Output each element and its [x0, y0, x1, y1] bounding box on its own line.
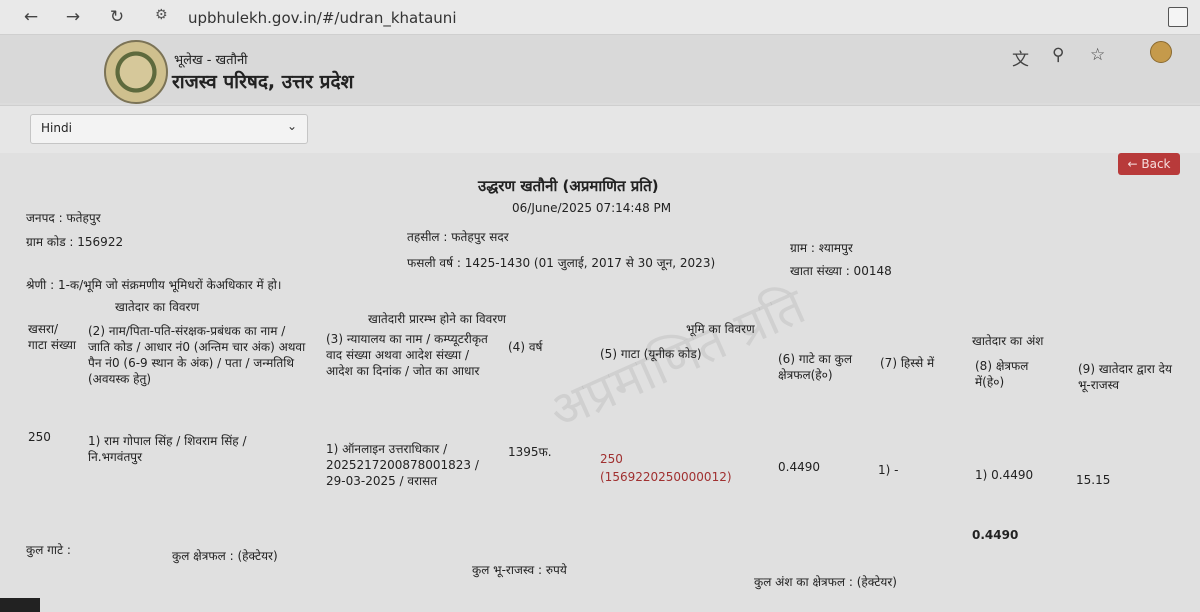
address-bar[interactable]: upbhulekh.gov.in/#/udran_khatauni	[188, 9, 456, 27]
kul-gate: कुल गाटे :	[26, 543, 71, 557]
row-kshetrafal: 1) 0.4490	[975, 468, 1034, 482]
column-header-khasra: खसरा/ गाटा संख्या	[28, 322, 77, 352]
language-selected-value: Hindi	[41, 121, 72, 135]
reload-icon[interactable]: ↻	[106, 6, 128, 28]
janpad: जनपद : फतेहपुर	[26, 211, 101, 225]
taskbar-edge	[0, 598, 40, 612]
bookmark-star-icon[interactable]: ☆	[1090, 45, 1105, 65]
column-header-bhu-rajasv: (9) खातेदार द्वारा देय भू-राजस्व	[1078, 362, 1172, 392]
kul-bhu-rajasv: कुल भू-राजस्व : रुपये	[472, 563, 567, 577]
row-nyayalay: 1) ऑनलाइन उत्तराधिकार / 2025217200878001…	[326, 442, 479, 488]
back-button[interactable]: ← Back	[1118, 153, 1180, 175]
column-header-naam: (2) नाम/पिता-पति-संरक्षक-प्रबंधक का नाम …	[88, 324, 306, 386]
kul-ansh-kshetrafal: कुल अंश का क्षेत्रफल : (हेक्टेयर)	[754, 575, 897, 589]
forward-arrow-icon[interactable]: →	[62, 6, 84, 28]
column-header-kul-kshetrafal: (6) गाटे का कुल क्षेत्रफल(हे०)	[778, 352, 853, 382]
column-header-hisse-mein: (7) हिस्से में	[880, 356, 935, 370]
row-hisse: 1) -	[878, 463, 899, 477]
back-arrow-icon[interactable]: ←	[20, 6, 42, 28]
column-header-nyayalay: (3) न्यायालय का नाम / कम्प्यूटरीकृत वाद …	[326, 332, 488, 378]
fasli-varsh: फसली वर्ष : 1425-1430 (01 जुलाई, 2017 से…	[407, 256, 716, 270]
row-varsh: 1395फ.	[508, 445, 552, 459]
column-header-kshetrafal: (8) क्षेत्रफल में(हे०)	[975, 359, 1029, 389]
site-title: राजस्व परिषद, उत्तर प्रदेश	[172, 71, 354, 93]
row-naam: 1) राम गोपाल सिंह / शिवराम सिंह / नि.भगव…	[88, 434, 247, 464]
kul-kshetrafal: कुल क्षेत्रफल : (हेक्टेयर)	[172, 549, 278, 563]
group-khatedar: खातेदार का विवरण	[115, 300, 200, 314]
row-kul-kshetrafal: 0.4490	[778, 460, 820, 474]
language-bar: Hindi ⌄	[0, 105, 1200, 154]
browser-toolbar: ← → ↻ ⚙ upbhulekh.gov.in/#/udran_khataun…	[0, 0, 1200, 35]
gram-code: ग्राम कोड : 156922	[26, 235, 124, 249]
khata-sankhya: खाता संख्या : 00148	[790, 264, 892, 278]
extension-icon[interactable]	[1168, 7, 1188, 27]
up-emblem-logo	[104, 40, 168, 104]
site-info-icon[interactable]: ⚙	[155, 7, 168, 23]
group-ansh: खातेदार का अंश	[972, 334, 1044, 348]
gram-name: ग्राम : श्यामपुर	[790, 241, 853, 255]
row-gata-number: 250	[600, 452, 623, 466]
khatauni-document: ← Back अप्रमाणित प्रति उद्धरण खतौनी (अप्…	[0, 153, 1200, 612]
translate-icon[interactable]: 文	[1012, 45, 1029, 70]
shreni: श्रेणी : 1-क/भूमि जो संक्रमणीय भूमिधरों …	[26, 278, 282, 292]
language-select[interactable]: Hindi ⌄	[30, 114, 308, 144]
row-khasra: 250	[28, 430, 51, 444]
row-bhu-rajasv: 15.15	[1076, 473, 1111, 487]
total-area-value: 0.4490	[972, 528, 1019, 542]
site-header: भूलेख - खतौनी राजस्व परिषद, उत्तर प्रदेश…	[0, 35, 1200, 104]
group-prarambh: खातेदारी प्रारम्भ होने का विवरण	[368, 312, 506, 326]
zoom-icon[interactable]: ⚲	[1052, 45, 1064, 65]
document-title: उद्धरण खतौनी (अप्रमाणित प्रति)	[478, 177, 659, 195]
chevron-down-icon: ⌄	[286, 119, 297, 133]
document-timestamp: 06/June/2025 07:14:48 PM	[512, 201, 672, 215]
column-header-gata: (5) गाटा (यूनीक कोड)	[600, 347, 702, 361]
site-subtitle: भूलेख - खतौनी	[174, 53, 248, 68]
tehsil: तहसील : फतेहपुर सदर	[407, 230, 509, 244]
column-header-varsh: (4) वर्ष	[508, 340, 543, 354]
profile-avatar[interactable]	[1150, 41, 1172, 63]
group-bhumi: भूमि का विवरण	[686, 322, 755, 336]
row-gata-unique-code: (1569220250000012)	[600, 470, 732, 484]
